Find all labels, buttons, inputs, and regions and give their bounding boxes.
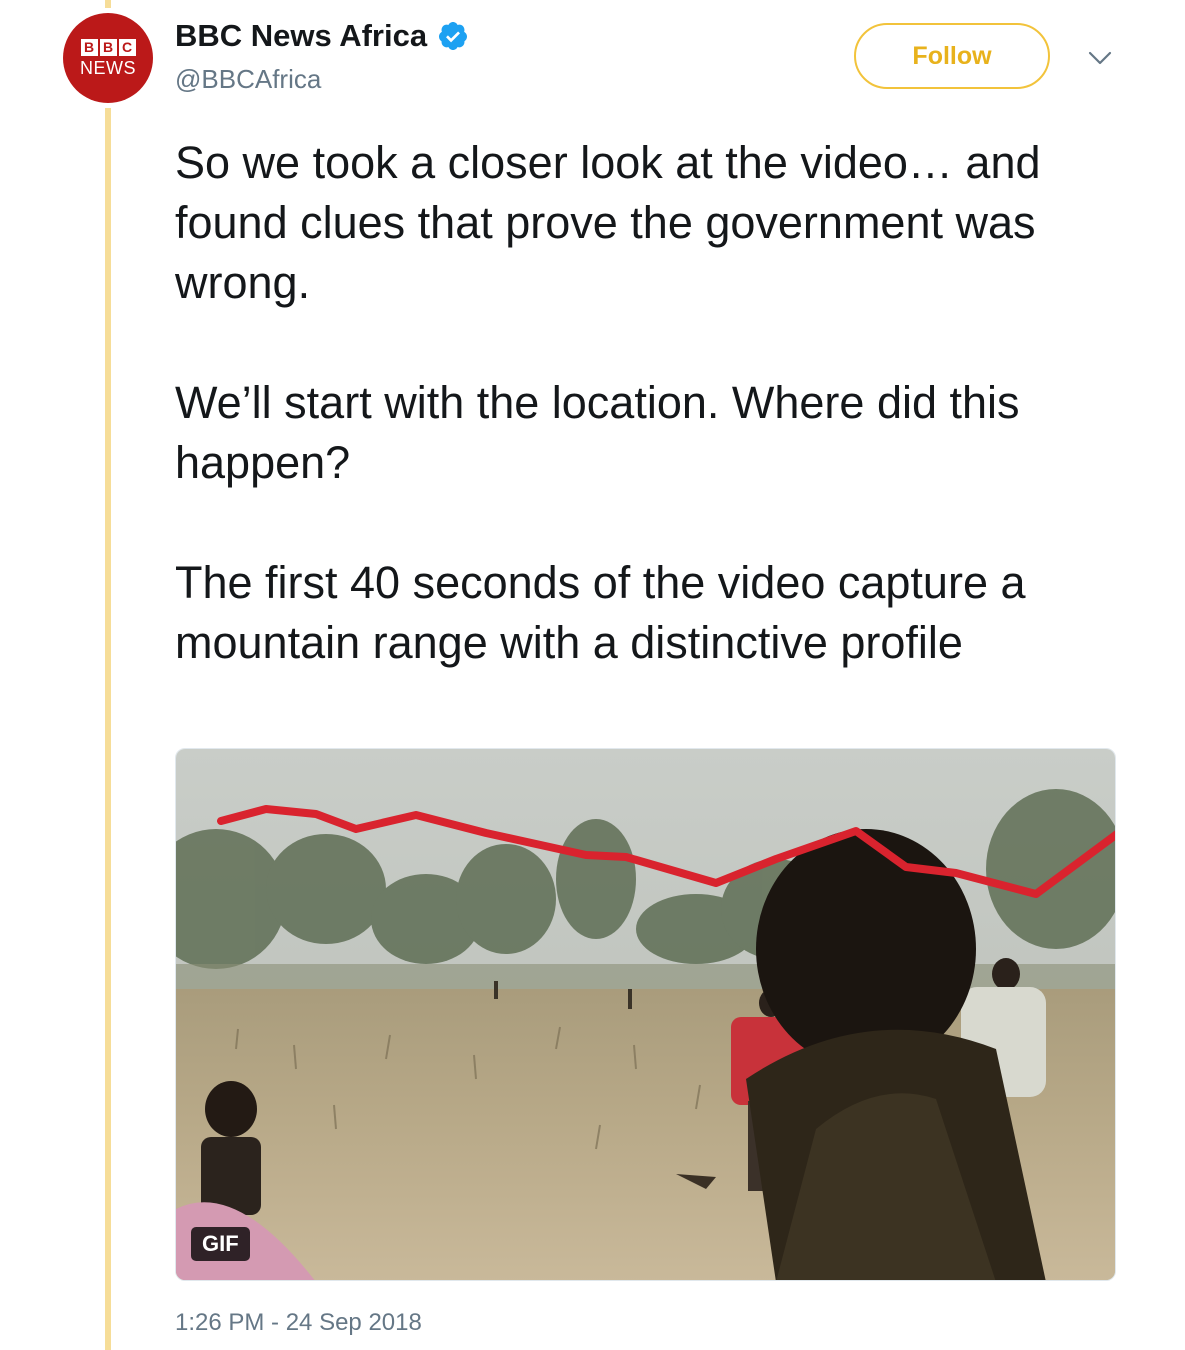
follow-button[interactable]: Follow (854, 23, 1050, 89)
thread-line (105, 108, 111, 1350)
tweet-text: So we took a closer look at the video… a… (175, 133, 1135, 673)
tweet-paragraph: The first 40 seconds of the video captur… (175, 557, 1026, 668)
verified-badge-icon (439, 22, 468, 50)
account-handle[interactable]: @BBCAfrica (175, 64, 321, 95)
avatar-news-text: NEWS (80, 57, 136, 78)
tweet-timestamp[interactable]: 1:26 PM - 24 Sep 2018 (175, 1309, 422, 1337)
tweet-paragraph: We’ll start with the location. Where did… (175, 377, 1020, 488)
bbc-logo-blocks: B B C (80, 38, 136, 56)
gif-frame-image (176, 749, 1115, 1280)
avatar[interactable]: B B C NEWS (63, 13, 153, 103)
tweet-paragraph: So we took a closer look at the video… a… (175, 137, 1041, 308)
account-display-name[interactable]: BBC News Africa (175, 18, 427, 54)
account-display-name-row[interactable]: BBC News Africa (175, 18, 469, 54)
tweet-media-gif[interactable]: GIF (175, 748, 1116, 1281)
bbc-logo-letter: B (80, 38, 98, 56)
thread-line-top (105, 0, 111, 8)
tweet-card: B B C NEWS BBC News Africa @BBCAfrica Fo… (0, 0, 1185, 1350)
gif-badge: GIF (191, 1227, 250, 1261)
bbc-logo-letter: C (118, 38, 136, 56)
distant-figure (494, 981, 498, 999)
distant-figure (628, 989, 632, 1009)
chevron-down-icon[interactable] (1086, 48, 1114, 68)
bbc-logo-letter: B (99, 38, 117, 56)
